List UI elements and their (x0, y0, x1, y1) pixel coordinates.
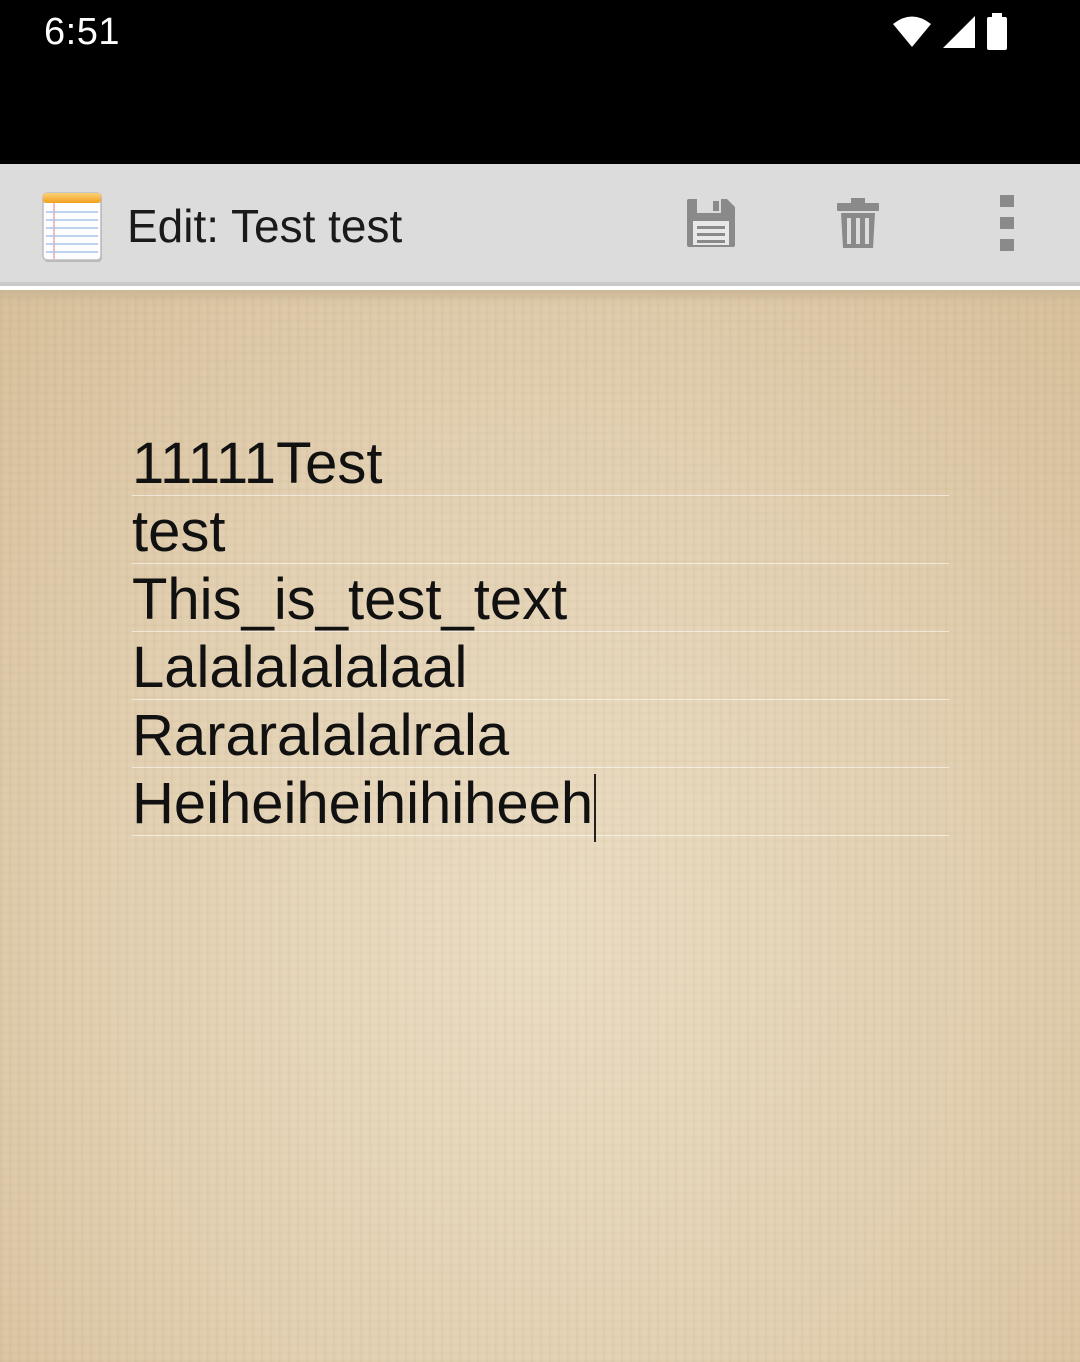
overflow-menu-button[interactable] (972, 190, 1042, 260)
status-icons (892, 12, 1008, 52)
note-line[interactable]: test (132, 496, 949, 564)
note-line-text: test (132, 499, 226, 564)
notepad-icon[interactable] (42, 192, 104, 264)
save-button[interactable] (676, 190, 746, 260)
wifi-icon (892, 15, 932, 49)
note-line-text: 11111Test (132, 431, 383, 496)
status-bar: 6:51 (0, 0, 1080, 164)
note-line-text: Rararalalalrala (132, 703, 510, 768)
delete-button[interactable] (823, 190, 893, 260)
save-icon (685, 197, 737, 254)
action-bar: Edit: Test test (0, 164, 1080, 286)
status-time: 6:51 (44, 11, 120, 53)
note-paper-background: 11111Test test This_is_test_text Lalalal… (0, 290, 1080, 1362)
overflow-menu-icon (999, 194, 1015, 256)
note-line[interactable]: This_is_test_text (132, 564, 949, 632)
note-line-text: Heiheiheihihiheeh (132, 771, 594, 836)
action-bar-shadow (0, 290, 1080, 304)
trash-icon (835, 197, 881, 254)
text-cursor (594, 774, 597, 842)
note-line[interactable]: Heiheiheihihiheeh (132, 768, 949, 842)
note-editor[interactable]: 11111Test test This_is_test_text Lalalal… (132, 428, 949, 842)
action-bar-title: Edit: Test test (127, 200, 403, 252)
note-line[interactable]: Rararalalalrala (132, 700, 949, 768)
note-line-text: Lalalalalalaal (132, 635, 468, 700)
note-line-text: This_is_test_text (132, 567, 568, 632)
note-line[interactable]: 11111Test (132, 428, 949, 496)
note-line[interactable]: Lalalalalalaal (132, 632, 949, 700)
screen: 6:51 Edit: Test test 11111Test test This… (0, 0, 1080, 1362)
battery-icon (986, 13, 1008, 51)
cell-signal-icon (942, 15, 976, 49)
